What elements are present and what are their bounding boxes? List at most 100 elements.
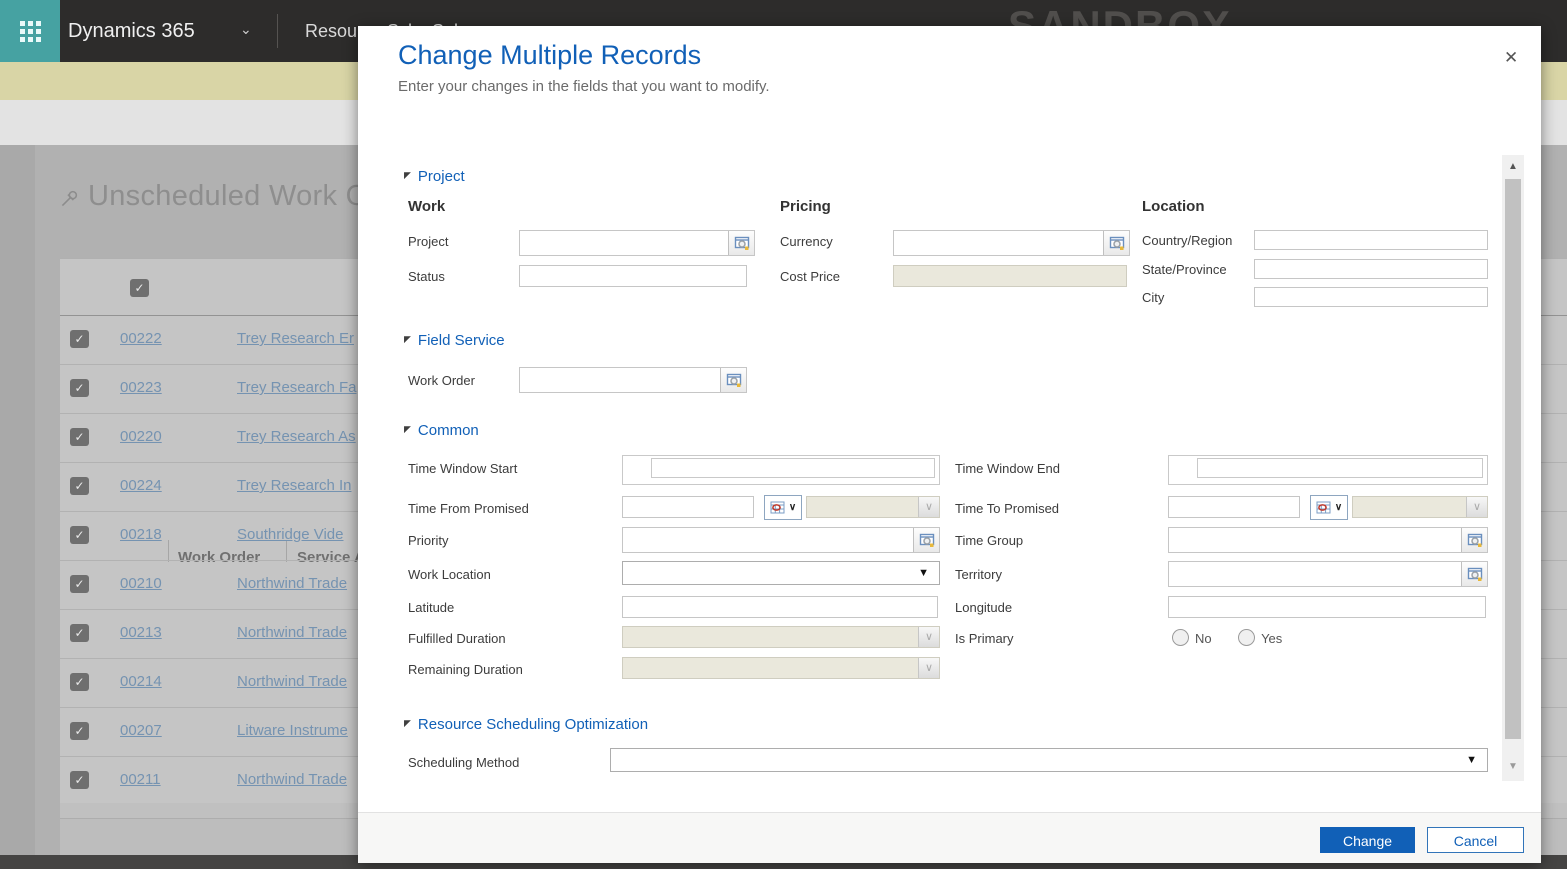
latitude-input[interactable] — [622, 596, 938, 618]
row-checkbox[interactable]: ✓ — [70, 771, 89, 789]
select-all-checkbox[interactable]: ✓ — [130, 279, 149, 297]
field-label-currency: Currency — [780, 234, 833, 249]
field-label-priority: Priority — [408, 533, 448, 548]
section-header-project[interactable]: ◤Project — [404, 168, 465, 185]
service-account-link[interactable]: Trey Research As — [237, 428, 356, 445]
work-order-link[interactable]: 00213 — [120, 624, 162, 641]
collapse-triangle-icon: ◤ — [404, 718, 411, 728]
state-input[interactable] — [1254, 259, 1488, 279]
row-checkbox[interactable]: ✓ — [70, 477, 89, 495]
work-order-link[interactable]: 00210 — [120, 575, 162, 592]
dropdown-arrow-icon: ▼ — [918, 567, 929, 579]
calendar-picker-button[interactable]: ∨ — [764, 495, 802, 520]
dropdown-button: ∨ — [918, 627, 939, 647]
lookup-button[interactable] — [913, 528, 939, 552]
calendar-icon — [770, 500, 786, 515]
lookup-button[interactable] — [1103, 231, 1129, 255]
row-checkbox[interactable]: ✓ — [70, 722, 89, 740]
calendar-picker-button[interactable]: ∨ — [1310, 495, 1348, 520]
project-input[interactable] — [520, 231, 728, 255]
field-label-country: Country/Region — [1142, 233, 1232, 248]
time-from-promised-date-input[interactable] — [622, 496, 754, 518]
cancel-button[interactable]: Cancel — [1427, 827, 1524, 853]
row-checkbox[interactable]: ✓ — [70, 330, 89, 348]
project-lookup-field[interactable] — [519, 230, 755, 256]
territory-lookup-field[interactable] — [1168, 561, 1488, 587]
service-account-link[interactable]: Northwind Trade — [237, 624, 347, 641]
close-icon[interactable]: ✕ — [1504, 48, 1518, 68]
change-button[interactable]: Change — [1320, 827, 1415, 853]
row-checkbox[interactable]: ✓ — [70, 428, 89, 446]
country-input[interactable] — [1254, 230, 1488, 250]
service-account-link[interactable]: Northwind Trade — [237, 673, 347, 690]
service-account-link[interactable]: Trey Research In — [237, 477, 352, 494]
cost-price-field-disabled — [893, 265, 1127, 287]
work-order-link[interactable]: 00211 — [120, 771, 161, 788]
row-checkbox[interactable]: ✓ — [70, 673, 89, 691]
section-header-field-service[interactable]: ◤Field Service — [404, 332, 505, 349]
scheduling-method-select[interactable]: ▼ — [610, 748, 1488, 772]
time-group-input[interactable] — [1169, 528, 1461, 552]
row-checkbox[interactable]: ✓ — [70, 624, 89, 642]
city-input[interactable] — [1254, 287, 1488, 307]
vertical-scroll-thumb[interactable] — [1505, 179, 1521, 739]
time-window-end-field[interactable] — [1168, 455, 1488, 485]
service-account-link[interactable]: Southridge Vide — [237, 526, 343, 543]
row-checkbox[interactable]: ✓ — [70, 526, 89, 544]
time-window-start-field[interactable] — [622, 455, 940, 485]
radio-label-yes: Yes — [1261, 631, 1282, 646]
dialog-vertical-scrollbar[interactable]: ▲ ▼ — [1502, 155, 1524, 781]
work-order-link[interactable]: 00207 — [120, 722, 162, 739]
time-window-start-input[interactable] — [651, 458, 935, 478]
field-label-time-window-end: Time Window End — [955, 461, 1060, 476]
time-group-lookup-field[interactable] — [1168, 527, 1488, 553]
priority-lookup-field[interactable] — [622, 527, 940, 553]
work-order-link[interactable]: 00214 — [120, 673, 162, 690]
service-account-link[interactable]: Northwind Trade — [237, 771, 347, 788]
work-order-link[interactable]: 00220 — [120, 428, 162, 445]
time-to-promised-date-input[interactable] — [1168, 496, 1300, 518]
work-order-link[interactable]: 00222 — [120, 330, 162, 347]
service-account-link[interactable]: Trey Research Er — [237, 330, 354, 347]
work-order-link[interactable]: 00218 — [120, 526, 162, 543]
lookup-icon — [1467, 566, 1483, 582]
chevron-down-icon: ∨ — [1335, 502, 1342, 513]
service-account-link[interactable]: Northwind Trade — [237, 575, 347, 592]
dropdown-button: ∨ — [918, 658, 939, 678]
row-checkbox[interactable]: ✓ — [70, 575, 89, 593]
lookup-button[interactable] — [1461, 562, 1487, 586]
work-order-input[interactable] — [520, 368, 720, 392]
lookup-button[interactable] — [728, 231, 754, 255]
is-primary-yes-radio[interactable] — [1238, 629, 1255, 646]
field-label-territory: Territory — [955, 567, 1002, 582]
status-input[interactable] — [519, 265, 747, 287]
dialog-title: Change Multiple Records — [398, 40, 701, 71]
longitude-input[interactable] — [1168, 596, 1486, 618]
chevron-down-icon[interactable]: ⌄ — [240, 0, 252, 58]
row-checkbox[interactable]: ✓ — [70, 379, 89, 397]
waffle-menu-button[interactable] — [0, 0, 60, 62]
service-account-link[interactable]: Litware Instrume — [237, 722, 348, 739]
app-title[interactable]: Dynamics 365 — [68, 0, 195, 62]
is-primary-no-radio[interactable] — [1172, 629, 1189, 646]
work-order-link[interactable]: 00224 — [120, 477, 162, 494]
dropdown-arrow-icon: ▼ — [1466, 754, 1477, 766]
territory-input[interactable] — [1169, 562, 1461, 586]
scroll-down-arrow-icon[interactable]: ▼ — [1502, 761, 1524, 772]
scroll-up-arrow-icon[interactable]: ▲ — [1502, 161, 1524, 172]
section-header-common[interactable]: ◤Common — [404, 422, 479, 439]
lookup-icon — [1467, 532, 1483, 548]
radio-label-no: No — [1195, 631, 1212, 646]
lookup-button[interactable] — [1461, 528, 1487, 552]
currency-lookup-field[interactable] — [893, 230, 1130, 256]
time-window-end-input[interactable] — [1197, 458, 1483, 478]
work-order-link[interactable]: 00223 — [120, 379, 162, 396]
lookup-button[interactable] — [720, 368, 746, 392]
work-location-select[interactable]: ▼ — [622, 561, 940, 585]
work-order-lookup-field[interactable] — [519, 367, 747, 393]
section-header-rso[interactable]: ◤Resource Scheduling Optimization — [404, 716, 648, 733]
currency-input[interactable] — [894, 231, 1103, 255]
field-label-is-primary: Is Primary — [955, 631, 1014, 646]
service-account-link[interactable]: Trey Research Fa — [237, 379, 356, 396]
priority-input[interactable] — [623, 528, 913, 552]
